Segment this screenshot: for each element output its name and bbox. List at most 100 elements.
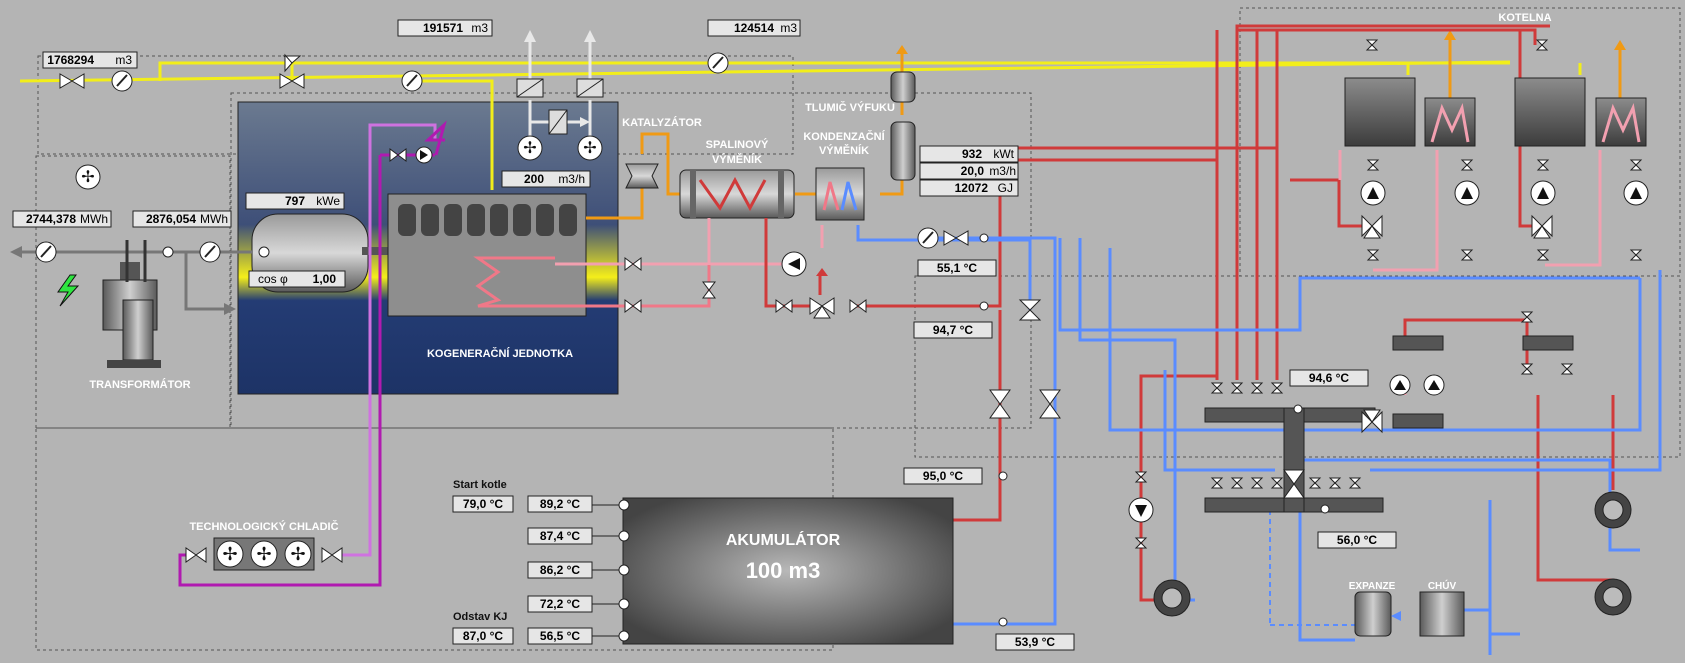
kgj-three-way-valve[interactable] xyxy=(809,268,835,319)
start-kotle-setpoint[interactable]: 79,0 °C xyxy=(452,495,514,513)
accumulator-volume: 100 m3 xyxy=(746,558,821,583)
kgj-valve-a[interactable] xyxy=(624,257,642,271)
svg-text:95,0 °C: 95,0 °C xyxy=(923,469,963,483)
circuit-pump-2[interactable] xyxy=(1423,374,1445,396)
svg-text:kWe: kWe xyxy=(316,194,340,208)
kgj-valve-g[interactable] xyxy=(989,389,1011,419)
svg-text:✢: ✢ xyxy=(523,140,536,157)
gas-meter-kgj[interactable] xyxy=(401,70,423,92)
boiler-pump-2[interactable] xyxy=(1454,180,1480,206)
boiler-1-exchanger[interactable] xyxy=(1424,97,1476,147)
boiler-three-way-1[interactable] xyxy=(1361,214,1383,239)
gas-kotelna-display: 124514 m3 xyxy=(707,19,801,37)
dist-pump[interactable] xyxy=(1128,497,1154,523)
heat-meter-display: 932 kWt 20,0 m3/h 12072 GJ xyxy=(919,145,1019,197)
kotelna-label: KOTELNA xyxy=(1498,12,1551,24)
vent-fan-1[interactable]: ✢ xyxy=(517,135,543,161)
return-valve[interactable] xyxy=(943,230,969,246)
kgj-valve-e[interactable] xyxy=(849,299,867,313)
catalyst[interactable] xyxy=(625,163,659,189)
tech-cooler[interactable]: ✢ ✢ ✢ xyxy=(213,537,315,571)
svg-text:MWh: MWh xyxy=(200,212,228,226)
svg-text:72,2 °C: 72,2 °C xyxy=(540,597,580,611)
consumer-1[interactable] xyxy=(1153,579,1191,617)
kgj-valve-c[interactable] xyxy=(702,281,716,299)
gas-meter-main[interactable] xyxy=(111,70,133,92)
svg-text:m3: m3 xyxy=(115,53,132,67)
elec-gen-display: 2876,054 MWh xyxy=(132,210,232,228)
svg-text:m3: m3 xyxy=(471,21,488,35)
svg-text:1768294: 1768294 xyxy=(47,53,94,67)
condensing-exchanger[interactable] xyxy=(815,167,865,221)
transformer-room-fan[interactable]: ✢ xyxy=(75,164,101,190)
boiler-1[interactable] xyxy=(1344,77,1416,147)
svg-text:m3/h: m3/h xyxy=(558,172,585,186)
svg-text:56,5 °C: 56,5 °C xyxy=(540,629,580,643)
heat-meter[interactable] xyxy=(917,227,939,249)
acc-temp-3: 86,2 °C xyxy=(527,561,593,579)
temp-dist-supply: 94,6 °C xyxy=(1289,369,1369,387)
svg-text:cos φ: cos φ xyxy=(258,272,288,286)
acc-temp-4: 72,2 °C xyxy=(527,595,593,613)
temp-supply-kgj: 94,7 °C xyxy=(913,321,993,339)
transformer-label: TRANSFORMÁTOR xyxy=(89,378,190,391)
gas-meter-kotelna[interactable] xyxy=(707,52,729,74)
boiler-pump-3[interactable] xyxy=(1530,180,1556,206)
kgj-valve-f[interactable] xyxy=(1018,299,1042,321)
odstav-kj-setpoint[interactable]: 87,0 °C xyxy=(452,627,514,645)
power-el-display: 797 kWe xyxy=(245,192,345,210)
temp-acc-bottom: 53,9 °C xyxy=(995,633,1075,651)
boiler-header-2[interactable] xyxy=(1522,335,1574,351)
lightning-icon xyxy=(57,274,80,307)
kgj-pump[interactable] xyxy=(781,251,807,277)
engine[interactable] xyxy=(387,193,587,317)
expansion-vessel[interactable] xyxy=(1354,591,1392,637)
temp-return-kgj: 55,1 °C xyxy=(917,259,997,277)
consumer-3[interactable] xyxy=(1594,578,1632,616)
gas-valve-main[interactable] xyxy=(59,73,85,89)
svg-text:20,0: 20,0 xyxy=(961,164,985,178)
flue-gas-exchanger[interactable] xyxy=(679,169,795,219)
gas-flow-display: 200 m3/h xyxy=(501,170,591,188)
circuit-pump-1[interactable] xyxy=(1389,374,1411,396)
consumer-2[interactable] xyxy=(1594,491,1632,529)
cos-phi-display: cos φ 1,00 xyxy=(248,270,346,288)
condensing-label-2: VÝMĚNÍK xyxy=(819,144,869,157)
svg-text:200: 200 xyxy=(524,172,544,186)
odstav-kj-label: Odstav KJ xyxy=(453,611,507,623)
kgj-label: KOGENERAČNÍ JEDNOTKA xyxy=(427,347,573,360)
boiler-three-way-2[interactable] xyxy=(1531,214,1553,239)
transformer[interactable] xyxy=(102,240,161,368)
elec-meter-out[interactable] xyxy=(35,241,57,263)
svg-text:✢: ✢ xyxy=(290,544,305,564)
kgj-valve-h[interactable] xyxy=(1039,389,1061,419)
exhaust-muffler[interactable] xyxy=(890,71,916,181)
elec-node xyxy=(162,246,174,258)
elec-meter-gen[interactable] xyxy=(199,241,221,263)
header-return-2[interactable] xyxy=(1392,413,1444,429)
cooling-pump[interactable] xyxy=(415,146,433,164)
svg-text:✢: ✢ xyxy=(256,544,271,564)
boiler-2[interactable] xyxy=(1514,77,1586,147)
svg-text:53,9 °C: 53,9 °C xyxy=(1015,635,1055,649)
svg-text:GJ: GJ xyxy=(998,181,1013,195)
expanze-label: EXPANZE xyxy=(1349,581,1396,592)
boiler-2-exchanger[interactable] xyxy=(1595,97,1647,147)
cooler-valve-right[interactable] xyxy=(321,547,343,563)
kgj-valve-d[interactable] xyxy=(775,299,793,313)
svg-text:✢: ✢ xyxy=(583,140,596,157)
acc-temp-1: 89,2 °C xyxy=(527,495,593,513)
temp-dist-return: 56,0 °C xyxy=(1317,531,1397,549)
vent-fan-2[interactable]: ✢ xyxy=(577,135,603,161)
boiler-pump-1[interactable] xyxy=(1360,180,1386,206)
flue-exchanger-label-1: SPALINOVÝ xyxy=(706,138,769,151)
cooler-valve-left[interactable] xyxy=(185,547,207,563)
svg-text:2876,054: 2876,054 xyxy=(146,212,196,226)
kgj-valve-b[interactable] xyxy=(624,299,642,313)
svg-text:2744,378: 2744,378 xyxy=(26,212,76,226)
water-treatment[interactable] xyxy=(1419,591,1465,637)
boiler-pump-4[interactable] xyxy=(1623,180,1649,206)
svg-text:94,7 °C: 94,7 °C xyxy=(933,323,973,337)
svg-text:87,4 °C: 87,4 °C xyxy=(540,529,580,543)
boiler-header-1[interactable] xyxy=(1392,335,1444,351)
